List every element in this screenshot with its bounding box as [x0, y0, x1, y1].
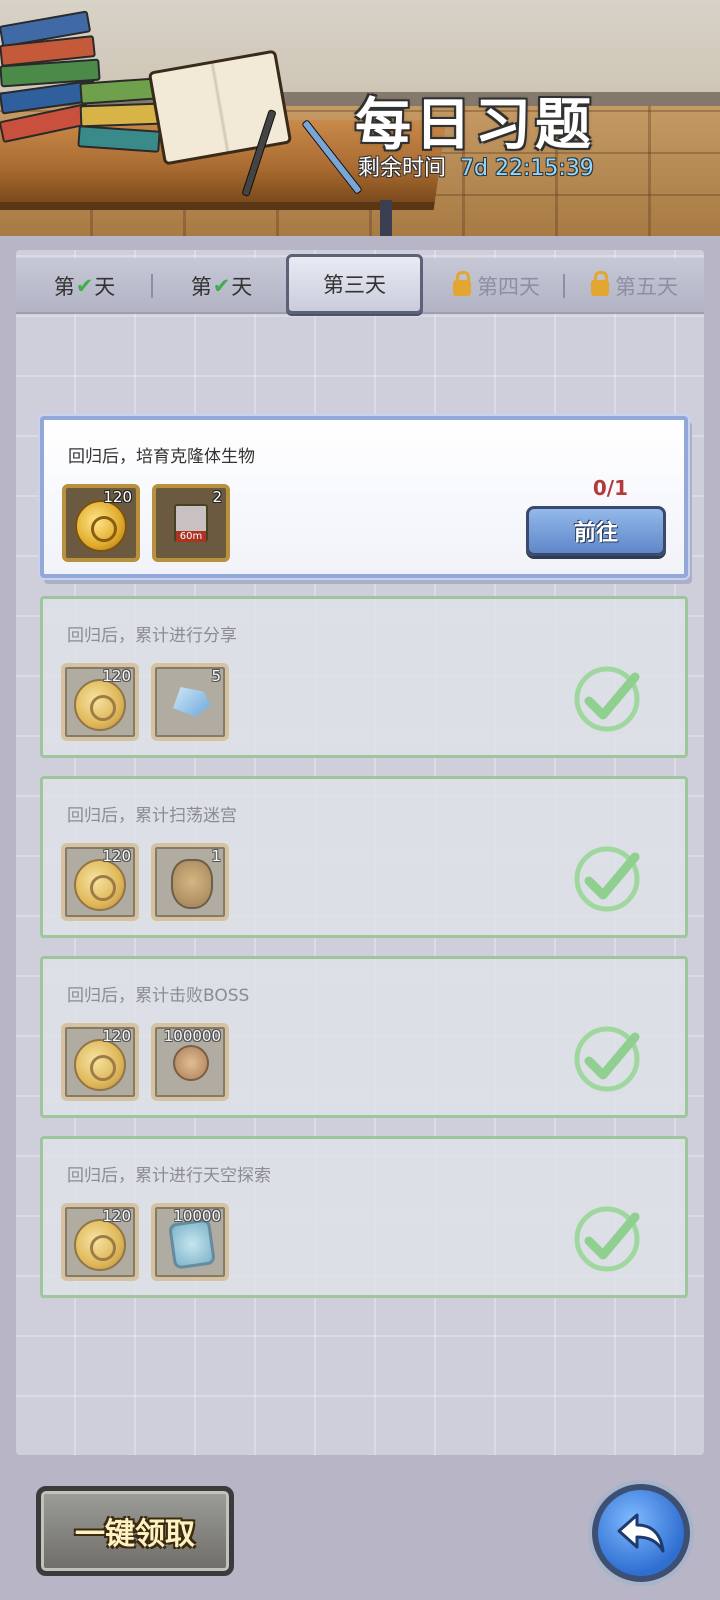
check-icon	[574, 1206, 640, 1272]
task-description: 回归后，累计击败BOSS	[67, 986, 250, 1006]
tab-day-3[interactable]: 第三天	[286, 254, 423, 314]
check-icon	[574, 666, 640, 732]
tab-prefix: 第	[53, 275, 75, 299]
task-description: 回归后，累计进行天空探索	[67, 1166, 271, 1186]
reward-count: 120	[102, 667, 131, 685]
tab-suffix: 天	[231, 275, 253, 299]
gold-coin-icon	[75, 500, 127, 552]
task-description: 回归后，累计进行分享	[67, 626, 237, 646]
blue-crystal-icon	[173, 687, 211, 717]
task-card: 回归后，累计进行分享 120 5	[40, 596, 688, 758]
check-icon	[574, 846, 640, 912]
tab-label: 第三天	[323, 273, 386, 297]
tab-day-1[interactable]: 第 ✔ 天	[16, 258, 153, 314]
page-title: 每日习题	[355, 93, 595, 158]
timer-box-icon: 60m	[174, 504, 208, 542]
remaining-time: 剩余时间 7d 22:15:39	[358, 150, 594, 182]
book-icon	[79, 102, 161, 128]
item-label: 60m	[176, 531, 206, 542]
task-description: 回归后，累计扫荡迷宫	[67, 806, 237, 826]
gold-coin-icon	[74, 1039, 126, 1091]
task-card: 回归后，累计进行天空探索 120 10000	[40, 1136, 688, 1298]
tab-divider	[563, 274, 565, 298]
task-card: 回归后，培育克隆体生物 120 60m 2 0/1 前往	[40, 416, 688, 578]
reward-count: 2	[212, 488, 222, 506]
task-card: 回归后，累计击败BOSS 120 100000	[40, 956, 688, 1118]
reward-slot[interactable]: 120	[61, 1203, 139, 1281]
check-icon	[574, 1026, 640, 1092]
tab-prefix: 第	[190, 275, 212, 299]
tab-day-2[interactable]: 第 ✔ 天	[153, 258, 290, 314]
reward-slot[interactable]: 1	[151, 843, 229, 921]
reward-count: 120	[102, 847, 131, 865]
tab-label: 第四天	[477, 275, 540, 299]
check-icon: ✔	[75, 274, 94, 298]
bronze-medal-icon	[173, 1045, 209, 1081]
tab-day-4[interactable]: 第四天	[428, 258, 565, 314]
vase-icon	[171, 859, 213, 909]
task-card: 回归后，累计扫荡迷宫 120 1	[40, 776, 688, 938]
gold-coin-icon	[74, 679, 126, 731]
lock-icon	[453, 271, 471, 296]
reward-count: 10000	[173, 1207, 221, 1225]
remaining-countdown: 7d 22:15:39	[460, 156, 594, 181]
lock-icon	[591, 271, 609, 296]
back-arrow-icon	[617, 1513, 665, 1553]
goto-button[interactable]: 前往	[526, 506, 666, 556]
reward-count: 1	[211, 847, 221, 865]
reward-slot[interactable]: 5	[151, 663, 229, 741]
gear-crystal-icon	[168, 1218, 216, 1270]
reward-slot[interactable]: 60m 2	[152, 484, 230, 562]
reward-count: 120	[102, 1027, 131, 1045]
reward-slot[interactable]: 100000	[151, 1023, 229, 1101]
tab-label: 第五天	[615, 275, 678, 299]
header-banner: 每日习题 剩余时间 7d 22:15:39	[0, 0, 720, 236]
reward-count: 120	[102, 1207, 131, 1225]
reward-slot[interactable]: 120	[61, 663, 139, 741]
reward-count: 100000	[163, 1027, 221, 1045]
reward-slot[interactable]: 10000	[151, 1203, 229, 1281]
day-tabs: 第 ✔ 天 第 ✔ 天 第三天 第四天 第五天	[16, 254, 704, 314]
check-icon: ✔	[212, 274, 231, 298]
gold-coin-icon	[74, 859, 126, 911]
gold-coin-icon	[74, 1219, 126, 1271]
reward-count: 5	[211, 667, 221, 685]
reward-slot[interactable]: 120	[62, 484, 140, 562]
claim-all-button[interactable]: 一键领取	[36, 1486, 234, 1576]
back-button[interactable]	[592, 1484, 690, 1582]
remaining-label: 剩余时间	[358, 156, 447, 181]
tab-suffix: 天	[94, 275, 116, 299]
reward-slot[interactable]: 120	[61, 1023, 139, 1101]
tab-day-5[interactable]: 第五天	[566, 258, 703, 314]
task-description: 回归后，培育克隆体生物	[68, 447, 255, 467]
reward-count: 120	[103, 488, 132, 506]
reward-slot[interactable]: 120	[61, 843, 139, 921]
task-progress: 0/1	[592, 476, 628, 500]
desk-leg	[380, 200, 392, 236]
